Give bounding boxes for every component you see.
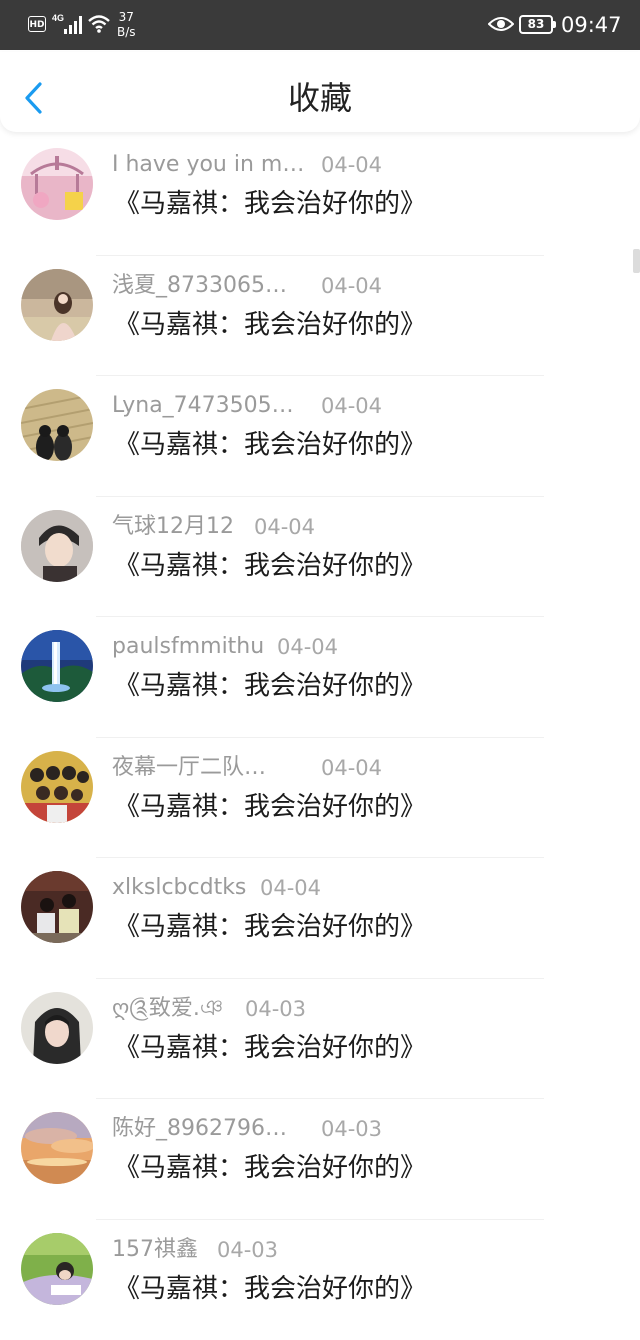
network-speed-value: 37 xyxy=(117,10,136,25)
item-title: 《马嘉祺：我会治好你的》 xyxy=(114,428,426,462)
favorites-list: I have you in m… 04-04 《马嘉祺：我会治好你的》 浅夏_8… xyxy=(0,135,640,1340)
user-name: I have you in m… xyxy=(112,151,304,179)
nav-bar: 收藏 xyxy=(0,52,640,132)
item-date: 04-03 xyxy=(217,1236,278,1264)
battery-indicator: 83 xyxy=(519,15,553,34)
item-title: 《马嘉祺：我会治好你的》 xyxy=(114,910,426,944)
user-name: Lyna_7473505… xyxy=(112,392,294,420)
item-date: 04-04 xyxy=(321,272,382,300)
avatar[interactable] xyxy=(21,871,93,943)
user-name: 浅夏_8733065… xyxy=(112,272,287,300)
user-name: 夜幕一厅二队… xyxy=(112,754,266,782)
item-title: 《马嘉祺：我会治好你的》 xyxy=(114,790,426,824)
item-date: 04-04 xyxy=(277,633,338,661)
avatar[interactable] xyxy=(21,510,93,582)
avatar[interactable] xyxy=(21,148,93,220)
user-name: 气球12月12 xyxy=(112,513,234,541)
item-title: 《马嘉祺：我会治好你的》 xyxy=(114,308,426,342)
item-title: 《马嘉祺：我会治好你的》 xyxy=(114,1031,426,1065)
user-name: paulsfmmithu xyxy=(112,633,264,661)
list-item[interactable]: 陈好_8962796… 04-03 《马嘉祺：我会治好你的》 xyxy=(0,1099,640,1220)
user-name: ღ༊致爱.ঞ xyxy=(112,995,223,1023)
item-title: 《马嘉祺：我会治好你的》 xyxy=(114,1272,426,1306)
page-title: 收藏 xyxy=(0,78,640,118)
clock: 09:47 xyxy=(561,13,622,37)
signal-icon: 4G xyxy=(52,12,84,36)
scrollbar-thumb[interactable] xyxy=(633,249,640,273)
list-item[interactable]: I have you in m… 04-04 《马嘉祺：我会治好你的》 xyxy=(0,135,640,256)
list-item[interactable]: 气球12月12 04-04 《马嘉祺：我会治好你的》 xyxy=(0,497,640,618)
item-date: 04-04 xyxy=(260,874,321,902)
user-name: xlkslcbcdtks xyxy=(112,874,246,902)
item-date: 04-04 xyxy=(321,754,382,782)
wifi-icon xyxy=(87,14,111,34)
item-date: 04-03 xyxy=(321,1115,382,1143)
list-item[interactable]: paulsfmmithu 04-04 《马嘉祺：我会治好你的》 xyxy=(0,617,640,738)
item-title: 《马嘉祺：我会治好你的》 xyxy=(114,549,426,583)
avatar[interactable] xyxy=(21,1233,93,1305)
avatar[interactable] xyxy=(21,630,93,702)
eye-comfort-icon xyxy=(488,15,514,33)
hd-icon: HD xyxy=(28,16,46,32)
status-bar: HD 4G 37 B/s 83 09:47 xyxy=(0,0,640,50)
item-date: 04-03 xyxy=(245,995,306,1023)
list-item[interactable]: Lyna_7473505… 04-04 《马嘉祺：我会治好你的》 xyxy=(0,376,640,497)
user-name: 陈好_8962796… xyxy=(112,1115,287,1143)
item-title: 《马嘉祺：我会治好你的》 xyxy=(114,669,426,703)
network-type-label: 4G xyxy=(52,13,64,23)
avatar[interactable] xyxy=(21,751,93,823)
item-title: 《马嘉祺：我会治好你的》 xyxy=(114,1151,426,1185)
item-date: 04-04 xyxy=(254,513,315,541)
network-speed: 37 B/s xyxy=(117,10,136,40)
item-title: 《马嘉祺：我会治好你的》 xyxy=(114,187,426,221)
network-speed-unit: B/s xyxy=(117,25,136,40)
list-item[interactable]: xlkslcbcdtks 04-04 《马嘉祺：我会治好你的》 xyxy=(0,858,640,979)
item-date: 04-04 xyxy=(321,392,382,420)
avatar[interactable] xyxy=(21,269,93,341)
item-date: 04-04 xyxy=(321,151,382,179)
user-name: 157祺鑫 xyxy=(112,1236,198,1264)
list-item[interactable]: 157祺鑫 04-03 《马嘉祺：我会治好你的》 xyxy=(0,1220,640,1340)
avatar[interactable] xyxy=(21,1112,93,1184)
list-item[interactable]: 浅夏_8733065… 04-04 《马嘉祺：我会治好你的》 xyxy=(0,256,640,377)
avatar[interactable] xyxy=(21,389,93,461)
avatar[interactable] xyxy=(21,992,93,1064)
list-item[interactable]: ღ༊致爱.ঞ 04-03 《马嘉祺：我会治好你的》 xyxy=(0,979,640,1100)
list-item[interactable]: 夜幕一厅二队… 04-04 《马嘉祺：我会治好你的》 xyxy=(0,738,640,859)
